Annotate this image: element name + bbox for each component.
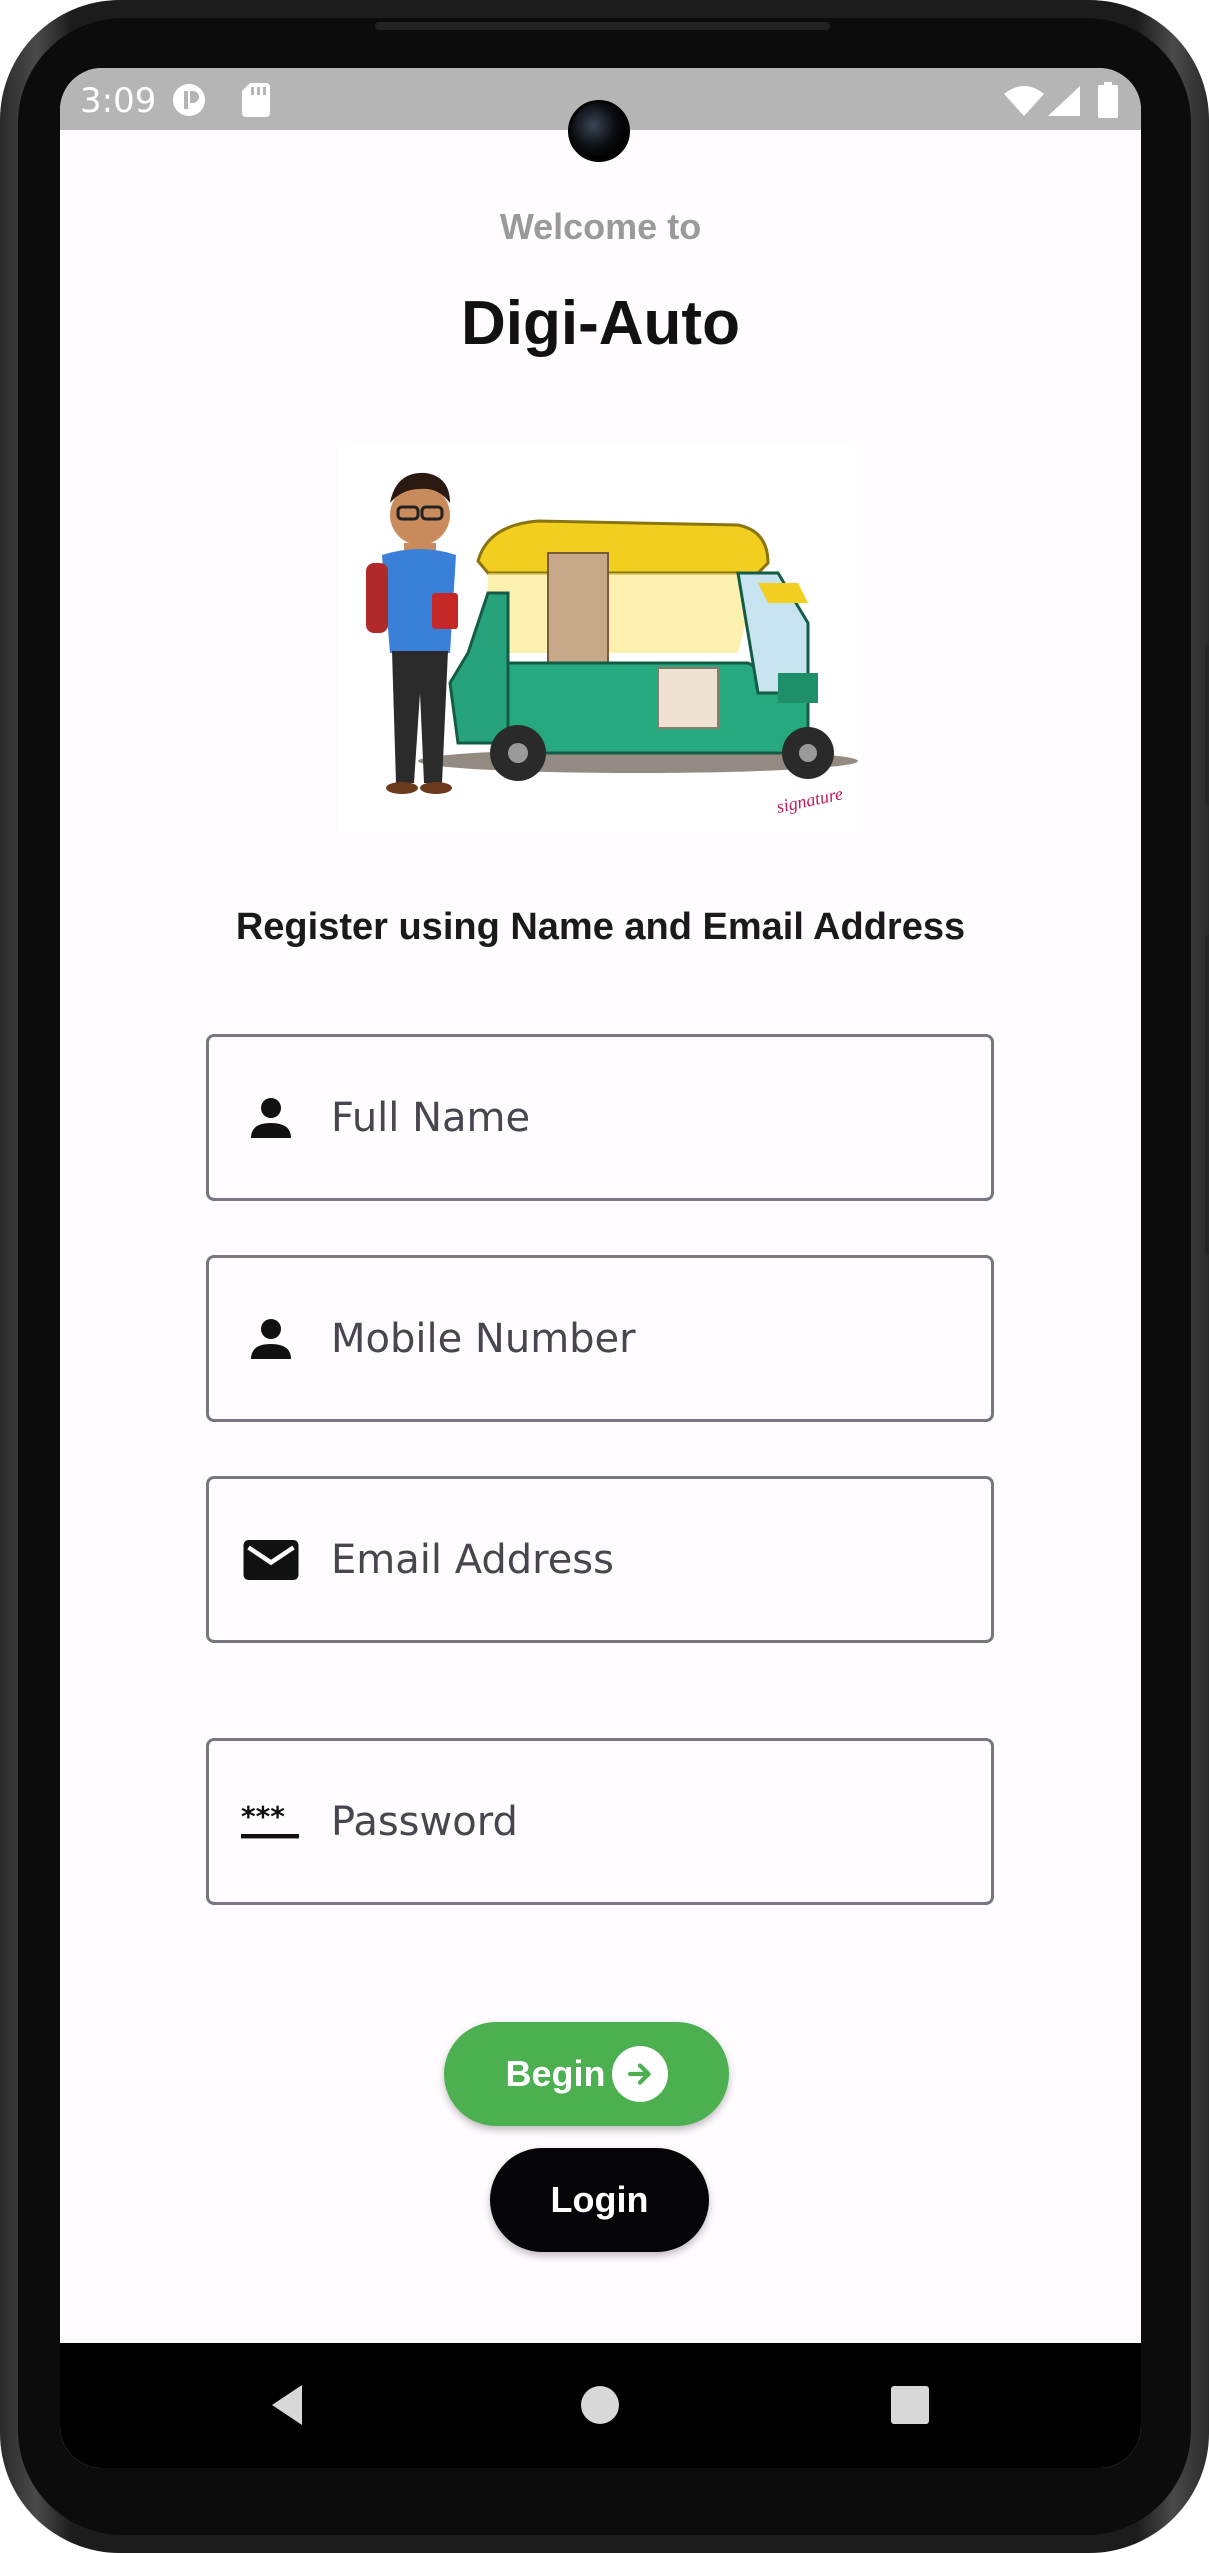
navigation-bar	[60, 2343, 1141, 2468]
email-address-input[interactable]	[331, 1479, 971, 1640]
sd-card-icon	[242, 83, 270, 122]
full-name-field[interactable]	[206, 1034, 994, 1201]
hero-illustration: signature	[338, 443, 860, 833]
svg-text:***: ***	[241, 1800, 285, 1833]
begin-button-label: Begin	[505, 2053, 606, 2094]
password-input[interactable]	[331, 1741, 971, 1902]
mobile-number-input[interactable]	[331, 1258, 971, 1419]
boy-figure	[366, 472, 458, 794]
full-name-input[interactable]	[331, 1037, 971, 1198]
mail-icon	[241, 1530, 301, 1590]
email-address-field[interactable]	[206, 1476, 994, 1643]
password-field[interactable]: ***	[206, 1738, 994, 1905]
login-button[interactable]: Login	[490, 2148, 709, 2252]
welcome-text: Welcome to	[499, 206, 702, 247]
power-button[interactable]	[1205, 645, 1209, 805]
mobile-number-field[interactable]	[206, 1255, 994, 1422]
back-icon[interactable]	[262, 2375, 322, 2435]
password-icon: ***	[241, 1792, 301, 1852]
svg-text:signature: signature	[775, 783, 845, 817]
register-subtitle: Register using Name and Email Address	[235, 906, 966, 948]
home-icon[interactable]	[570, 2375, 630, 2435]
recents-icon[interactable]	[880, 2375, 940, 2435]
person-icon	[241, 1088, 301, 1148]
signal-icon	[1048, 86, 1080, 121]
status-time: 3:09	[80, 81, 157, 121]
play-protect-icon	[172, 83, 206, 122]
wifi-icon	[1004, 86, 1044, 121]
battery-icon	[1098, 82, 1118, 123]
screen: 3:09 Welcome to Digi-Auto signature Regi…	[60, 68, 1141, 2468]
arrow-right-circle-icon	[611, 2046, 668, 2102]
volume-button[interactable]	[1205, 935, 1209, 1255]
earpiece	[375, 22, 830, 30]
phone-frame: 3:09 Welcome to Digi-Auto signature Regi…	[0, 0, 1209, 2553]
begin-button[interactable]: Begin	[444, 2022, 729, 2126]
front-camera	[568, 100, 630, 162]
auto-rickshaw	[448, 519, 834, 781]
person-icon	[241, 1309, 301, 1369]
app-title: Digi-Auto	[461, 289, 740, 358]
